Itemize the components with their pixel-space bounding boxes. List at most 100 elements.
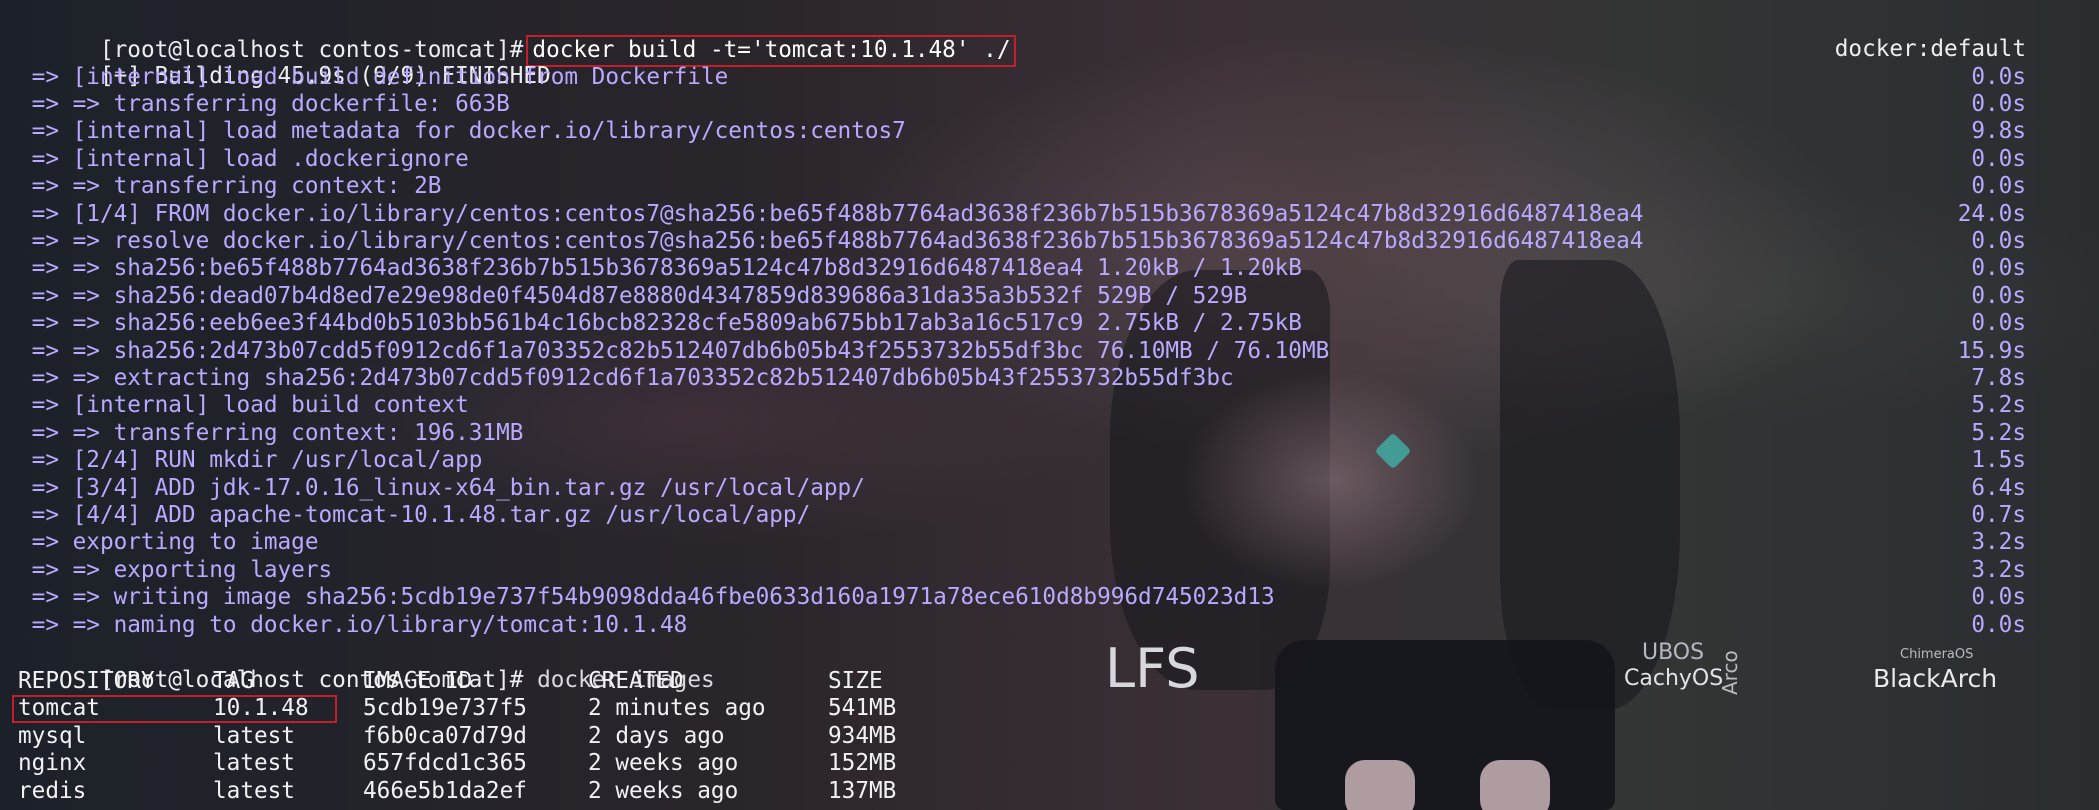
cell-image-id: 5cdb19e737f5 — [363, 695, 527, 722]
build-step-text: => [internal] load metadata for docker.i… — [18, 118, 906, 145]
build-status-line: [+] Building 45.9s (9/9) FINISHED docker… — [18, 36, 2026, 89]
image-row: redis latest 466e5b1da2ef 2 weeks ago 137MB — [18, 777, 896, 805]
build-step-time: 3.2s — [1971, 529, 2026, 556]
cell-tag: latest — [213, 777, 295, 804]
cell-repository: mysql — [18, 722, 87, 749]
build-step-line: => => sha256:eeb6ee3f44bd0b5103bb561b4c1… — [18, 310, 2026, 337]
cell-size: 152MB — [828, 750, 897, 777]
cell-size: 137MB — [828, 777, 897, 804]
build-step-text: => => sha256:eeb6ee3f44bd0b5103bb561b4c1… — [18, 310, 1302, 337]
build-step-time: 0.0s — [1971, 145, 2026, 172]
images-command-line: [root@localhost contos-tomcat]# docker i… — [18, 640, 715, 693]
cell-repository: nginx — [18, 750, 87, 777]
build-step-line: => [1/4] FROM docker.io/library/centos:c… — [18, 201, 2026, 228]
cell-repository: tomcat — [18, 695, 100, 722]
header-image-id: IMAGE ID — [363, 668, 473, 694]
cell-image-id: f6b0ca07d79d — [363, 722, 527, 749]
build-step-text: => => resolve docker.io/library/centos:c… — [18, 227, 1644, 254]
build-step-line: => [3/4] ADD jdk-17.0.16_linux-x64_bin.t… — [18, 475, 2026, 502]
build-step-text: => [1/4] FROM docker.io/library/centos:c… — [18, 200, 1644, 227]
image-row: mysql latest f6b0ca07d79d 2 days ago 934MB — [18, 722, 896, 750]
build-step-text: => [internal] load build context — [18, 392, 469, 419]
build-step-text: => => transferring dockerfile: 663B — [18, 90, 510, 117]
build-step-time: 24.0s — [1957, 200, 2026, 227]
build-step-time: 3.2s — [1971, 556, 2026, 583]
images-rows: tomcat 10.1.48 5cdb19e737f5 2 minutes ago 54… — [12, 695, 896, 805]
build-step-line: => [internal] load metadata for docker.i… — [18, 118, 2026, 145]
build-step-time: 6.4s — [1971, 474, 2026, 501]
builder-name: docker:default — [1834, 36, 2026, 62]
build-step-line: => => sha256:be65f488b7764ad3638f236b7b5… — [18, 255, 2026, 282]
cell-tag: latest — [213, 722, 295, 749]
build-step-time: 0.0s — [1971, 63, 2026, 90]
build-step-line: => [4/4] ADD apache-tomcat-10.1.48.tar.g… — [18, 502, 2026, 529]
cell-size: 541MB — [828, 695, 897, 722]
build-step-text: => [internal] load build definition from… — [18, 63, 729, 90]
header-created: CREATED — [588, 668, 684, 694]
build-step-line: => [internal] load .dockerignore 0.0s — [18, 146, 2026, 173]
build-step-text: => => writing image sha256:5cdb19e737f54… — [18, 584, 1275, 611]
build-step-line: => => resolve docker.io/library/centos:c… — [18, 228, 2026, 255]
build-step-text: => => transferring context: 2B — [18, 173, 442, 200]
build-step-time: 15.9s — [1957, 337, 2026, 364]
build-step-time: 9.8s — [1971, 118, 2026, 145]
build-step-text: => [internal] load .dockerignore — [18, 145, 469, 172]
terminal-output: [root@localhost contos-tomcat]# docker bu… — [0, 0, 2099, 810]
build-step-time: 7.8s — [1971, 364, 2026, 391]
build-step-time: 0.0s — [1971, 255, 2026, 282]
build-step-line: => => sha256:dead07b4d8ed7e29e98de0f4504… — [18, 283, 2026, 310]
image-row: tomcat 10.1.48 5cdb19e737f5 2 minutes ago 54… — [12, 695, 896, 724]
build-step-time: 1.5s — [1971, 447, 2026, 474]
build-step-line: => [2/4] RUN mkdir /usr/local/app 1.5s — [18, 447, 2026, 474]
image-row: nginx latest 657fdcd1c365 2 weeks ago 152MB — [18, 750, 896, 777]
cell-image-id: 657fdcd1c365 — [363, 750, 527, 777]
build-step-time: 0.0s — [1971, 282, 2026, 309]
cell-tag: 10.1.48 — [213, 695, 309, 722]
terminal-window[interactable]: LFS UBOS CachyOS Arco ChimeraOS BlackArc… — [0, 0, 2099, 810]
cell-tag: latest — [213, 750, 295, 777]
header-repository: REPOSITORY — [18, 668, 155, 694]
build-step-line: => [internal] load build context 5.2s — [18, 392, 2026, 419]
build-step-text: => => naming to docker.io/library/tomcat… — [18, 611, 688, 638]
build-step-line: => [internal] load build definition from… — [18, 64, 2026, 91]
build-step-text: => => sha256:be65f488b7764ad3638f236b7b5… — [18, 255, 1302, 282]
build-step-time: 0.0s — [1971, 611, 2026, 638]
header-size: SIZE — [828, 668, 883, 694]
build-step-text: => => exporting layers — [18, 556, 333, 583]
cell-size: 934MB — [828, 722, 897, 749]
build-step-line: => => extracting sha256:2d473b07cdd5f091… — [18, 365, 2026, 392]
build-step-text: => exporting to image — [18, 529, 319, 556]
build-step-text: => => sha256:dead07b4d8ed7e29e98de0f4504… — [18, 282, 1248, 309]
build-step-line: => => writing image sha256:5cdb19e737f54… — [18, 584, 2026, 611]
cell-created: 2 weeks ago — [588, 777, 739, 804]
cell-created: 2 weeks ago — [588, 750, 739, 777]
build-step-line: => => sha256:2d473b07cdd5f0912cd6f1a7033… — [18, 338, 2026, 365]
build-step-time: 0.0s — [1971, 90, 2026, 117]
build-command-line: [root@localhost contos-tomcat]# docker bu… — [18, 8, 1017, 67]
build-step-time: 0.0s — [1971, 227, 2026, 254]
header-tag: TAG — [213, 668, 254, 694]
build-step-time: 0.0s — [1971, 173, 2026, 200]
build-step-line: => => transferring dockerfile: 663B 0.0s — [18, 91, 2026, 118]
build-step-line: => => transferring context: 2B 0.0s — [18, 173, 2026, 200]
build-step-line: => => exporting layers 3.2s — [18, 557, 2026, 584]
build-step-text: => [2/4] RUN mkdir /usr/local/app — [18, 447, 483, 474]
build-step-time: 5.2s — [1971, 392, 2026, 419]
build-step-text: => => extracting sha256:2d473b07cdd5f091… — [18, 364, 1234, 391]
cell-image-id: 466e5b1da2ef — [363, 777, 527, 804]
build-step-time: 0.0s — [1971, 584, 2026, 611]
cell-repository: redis — [18, 777, 87, 804]
build-step-time: 0.0s — [1971, 310, 2026, 337]
images-header-row: REPOSITORY TAG IMAGE ID CREATED SIZE — [18, 668, 883, 695]
build-step-time: 5.2s — [1971, 419, 2026, 446]
build-step-text: => [4/4] ADD apache-tomcat-10.1.48.tar.g… — [18, 501, 811, 528]
build-step-line: => => transferring context: 196.31MB 5.2s — [18, 420, 2026, 447]
docker-images-table: REPOSITORY TAG IMAGE ID CREATED SIZE tom… — [12, 668, 896, 805]
cell-created: 2 days ago — [588, 722, 725, 749]
build-step-line: => exporting to image 3.2s — [18, 529, 2026, 556]
cell-created: 2 minutes ago — [588, 695, 766, 722]
build-step-text: => [3/4] ADD jdk-17.0.16_linux-x64_bin.t… — [18, 474, 865, 501]
build-step-time: 0.7s — [1971, 501, 2026, 528]
build-step-text: => => transferring context: 196.31MB — [18, 419, 524, 446]
build-step-line: => => naming to docker.io/library/tomcat… — [18, 612, 2026, 639]
